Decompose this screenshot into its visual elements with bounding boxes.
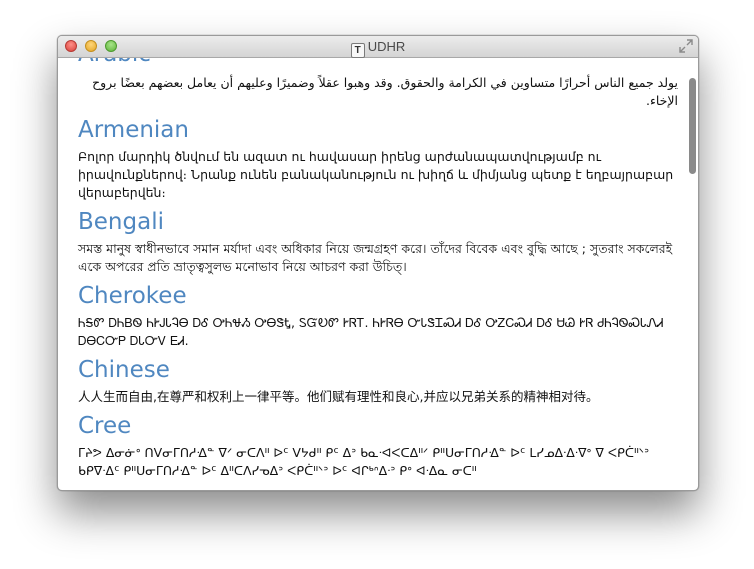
language-heading: Cree bbox=[78, 413, 132, 439]
section-cree: Cree ᒥᔨᕗ ᐃᓂᓃᐤ ᑎᐯᓂᒥᑎᓱᐎᓐ ᐁᐟ ᓂᑕᐱᐦ ᐅᑦ ᐯᔭᑯᐦ ᑭ… bbox=[78, 412, 678, 480]
language-heading: Armenian bbox=[78, 117, 189, 143]
language-heading: Bengali bbox=[78, 209, 164, 235]
vertical-scrollbar[interactable] bbox=[686, 58, 698, 490]
window-title: UDHR bbox=[367, 39, 406, 54]
document-icon: T bbox=[350, 43, 365, 58]
document-content[interactable]: Arabic يولد جميع الناس أحرارًا متساوين ف… bbox=[58, 58, 686, 490]
document-body: Arabic يولد جميع الناس أحرارًا متساوين ف… bbox=[78, 58, 678, 480]
desktop: TUDHR Arabic يولد جميع الناس أحرارًا متس… bbox=[0, 0, 754, 569]
language-heading: Arabic bbox=[78, 58, 678, 68]
section-arabic: Arabic يولد جميع الناس أحرارًا متساوين ف… bbox=[78, 58, 678, 110]
section-chinese: Chinese 人人生而自由,在尊严和权利上一律平等。他们赋有理性和良心,并应以… bbox=[78, 356, 678, 406]
title-bar[interactable]: T UDHR bbox=[58, 36, 698, 58]
language-heading: Chinese bbox=[78, 357, 170, 383]
udhr-window: TUDHR Arabic يولد جميع الناس أحرارًا متس… bbox=[57, 35, 699, 491]
language-text: Բոլոր մարդիկ ծնվում են ազատ ու հավասար ի… bbox=[78, 149, 674, 200]
language-text: يولد جميع الناس أحرارًا متساوين في الكرا… bbox=[92, 75, 678, 108]
language-heading: Cherokee bbox=[78, 283, 187, 309]
language-text: সমস্ত মানুষ স্বাধীনভাবে সমান মর্যাদা এবং… bbox=[78, 241, 673, 274]
section-bengali: Bengali সমস্ত মানুষ স্বাধীনভাবে সমান মর্… bbox=[78, 208, 678, 276]
language-text: ᒥᔨᕗ ᐃᓂᓃᐤ ᑎᐯᓂᒥᑎᓱᐎᓐ ᐁᐟ ᓂᑕᐱᐦ ᐅᑦ ᐯᔭᑯᐦ ᑭᑦ ᐃᐣ … bbox=[78, 445, 649, 478]
window-title-group: T UDHR bbox=[58, 39, 698, 58]
scrollbar-thumb[interactable] bbox=[689, 78, 696, 174]
fullscreen-icon[interactable] bbox=[679, 39, 693, 53]
section-armenian: Armenian Բոլոր մարդիկ ծնվում են ազատ ու … bbox=[78, 116, 678, 202]
language-text: ᏂᎦᏛ ᎠᏂᏴᏫ ᏂᎨᎫᏓᎸᎾ ᎠᎴ ᎤᏂᏠᏱ ᎤᎾᏕᎿ, ᏚᏳᎧᏛ ᎨᏒᎢ. … bbox=[78, 315, 664, 348]
language-text: 人人生而自由,在尊严和权利上一律平等。他们赋有理性和良心,并应以兄弟关系的精神相… bbox=[78, 389, 599, 404]
section-cherokee: Cherokee ᏂᎦᏛ ᎠᏂᏴᏫ ᏂᎨᎫᏓᎸᎾ ᎠᎴ ᎤᏂᏠᏱ ᎤᎾᏕᎿ, Ꮪ… bbox=[78, 282, 678, 350]
